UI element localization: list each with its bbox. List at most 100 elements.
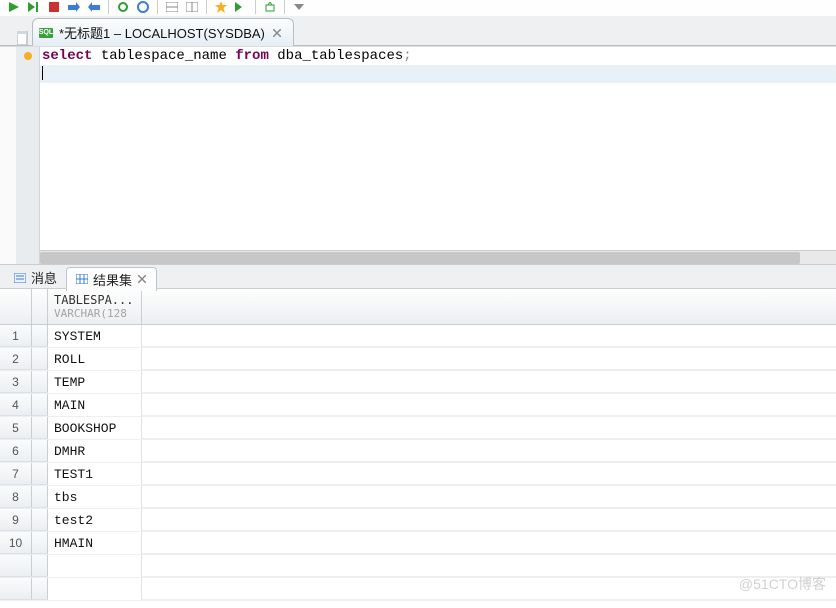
leading-header (32, 289, 48, 324)
toolbar-separator (284, 0, 285, 14)
identifier: dba_tablespaces (269, 48, 403, 64)
row-filler (142, 532, 836, 554)
clear-icon[interactable] (135, 1, 151, 13)
column-name: TABLESPA... (54, 293, 135, 307)
cell-tablespace[interactable]: TEST1 (48, 463, 142, 485)
row-number: 9 (0, 509, 32, 531)
close-icon[interactable] (136, 273, 148, 285)
sql-file-icon: SQL (39, 28, 53, 38)
table-row (0, 555, 836, 578)
row-leading (32, 440, 48, 462)
editor-body[interactable]: select tablespace_name from dba_tablespa… (40, 47, 836, 264)
file-icon (16, 31, 30, 45)
cell-tablespace[interactable]: SYSTEM (48, 325, 142, 347)
cell-tablespace[interactable]: tbs (48, 486, 142, 508)
cell-tablespace[interactable]: MAIN (48, 394, 142, 416)
grid-header-row: TABLESPA... VARCHAR(128 (0, 289, 836, 325)
table-row[interactable]: 9 test2 (0, 509, 836, 532)
tab-results[interactable]: 结果集 (66, 267, 157, 291)
cell-tablespace[interactable]: ROLL (48, 348, 142, 370)
column-type: VARCHAR(128 (54, 307, 135, 320)
messages-icon (13, 271, 27, 285)
rollback-icon[interactable] (86, 1, 102, 13)
editor-tab-title: *无标题1 – LOCALHOST(SYSDBA) (59, 23, 265, 42)
table-row[interactable]: 3TEMP (0, 371, 836, 394)
more-icon[interactable] (291, 1, 307, 13)
refresh-icon[interactable] (115, 1, 131, 13)
close-icon[interactable] (271, 27, 283, 39)
column-header-tablespace[interactable]: TABLESPA... VARCHAR(128 (48, 289, 142, 324)
code-line-current[interactable] (40, 65, 836, 83)
result-grid[interactable]: TABLESPA... VARCHAR(128 1 SYSTEM 2 ROLL3TEM… (0, 288, 836, 608)
row-number: 7 (0, 463, 32, 485)
toolbar-separator (206, 0, 207, 14)
row-number: 1 (0, 325, 32, 347)
export-icon[interactable] (262, 1, 278, 13)
table-row[interactable]: 8 tbs (0, 486, 836, 509)
editor-tab[interactable]: SQL *无标题1 – LOCALHOST(SYSDBA) (32, 18, 294, 46)
row-filler (142, 394, 836, 416)
row-number: 6 (0, 440, 32, 462)
table-row[interactable]: 5 BOOKSHOP (0, 417, 836, 440)
identifier: tablespace_name (92, 48, 235, 64)
row-leading (32, 417, 48, 439)
keyword: select (42, 48, 92, 64)
toolbar-separator (108, 0, 109, 14)
table-row[interactable]: 10 HMAIN (0, 532, 836, 555)
format-icon[interactable] (184, 1, 200, 13)
row-filler (142, 348, 836, 370)
row-filler (142, 463, 836, 485)
sql-editor[interactable]: select tablespace_name from dba_tablespa… (0, 46, 836, 264)
row-leading (32, 555, 48, 577)
table-row (0, 578, 836, 601)
horizontal-scrollbar[interactable] (40, 250, 836, 264)
main-toolbar (0, 0, 836, 16)
tab-messages[interactable]: 消息 (4, 265, 66, 290)
grid-icon (75, 272, 89, 286)
row-leading (32, 394, 48, 416)
code-line[interactable]: select tablespace_name from dba_tablespa… (40, 47, 836, 65)
commit-icon[interactable] (66, 1, 82, 13)
row-filler (142, 555, 836, 577)
app-root: SQL *无标题1 – LOCALHOST(SYSDBA) select tab… (0, 0, 836, 608)
editor-gutter (16, 47, 40, 264)
toolbar-separator (157, 0, 158, 14)
row-number (0, 578, 32, 600)
tab-messages-label: 消息 (31, 268, 57, 287)
cell-tablespace[interactable]: TEMP (48, 371, 142, 393)
row-number: 5 (0, 417, 32, 439)
cell-tablespace[interactable]: test2 (48, 509, 142, 531)
row-number: 4 (0, 394, 32, 416)
row-filler (142, 371, 836, 393)
row-filler (142, 486, 836, 508)
cell-tablespace[interactable]: HMAIN (48, 532, 142, 554)
editor-left-margin (0, 47, 16, 264)
step-icon[interactable] (26, 1, 42, 13)
table-row[interactable]: 7 TEST1 (0, 463, 836, 486)
rownum-header (0, 289, 32, 324)
scrollbar-thumb[interactable] (40, 252, 800, 264)
table-row[interactable]: 1 SYSTEM (0, 325, 836, 348)
text-cursor (42, 66, 43, 80)
row-number: 2 (0, 348, 32, 370)
explain-icon[interactable] (164, 1, 180, 13)
row-leading (32, 463, 48, 485)
row-filler (142, 578, 836, 600)
cell-tablespace[interactable]: BOOKSHOP (48, 417, 142, 439)
table-row[interactable]: 4 MAIN (0, 394, 836, 417)
run-icon[interactable] (6, 1, 22, 13)
grid-header-filler (142, 289, 836, 324)
next-icon[interactable] (233, 1, 249, 13)
table-row[interactable]: 2 ROLL (0, 348, 836, 371)
row-number: 10 (0, 532, 32, 554)
table-row[interactable]: 6 DMHR (0, 440, 836, 463)
row-number (0, 555, 32, 577)
row-leading (32, 371, 48, 393)
bookmark-icon[interactable] (213, 1, 229, 13)
row-number: 8 (0, 486, 32, 508)
row-filler (142, 509, 836, 531)
stop-icon[interactable] (46, 1, 62, 13)
keyword: from (235, 48, 269, 64)
cell-tablespace[interactable]: DMHR (48, 440, 142, 462)
row-leading (32, 486, 48, 508)
